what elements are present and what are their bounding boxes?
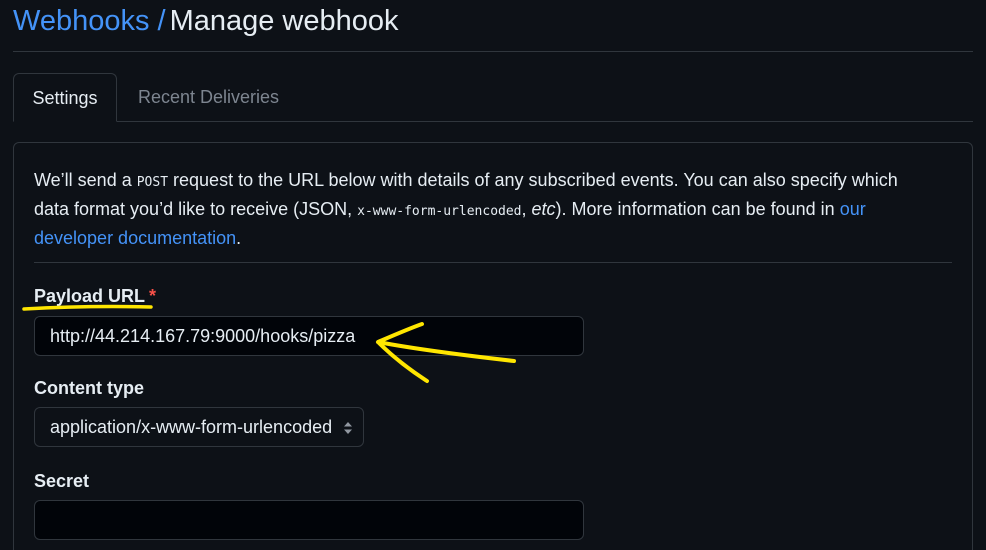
breadcrumb-current: Manage webhook bbox=[169, 5, 399, 37]
tab-recent-deliveries[interactable]: Recent Deliveries bbox=[138, 73, 279, 122]
header-divider bbox=[13, 51, 973, 52]
secret-label: Secret bbox=[34, 471, 90, 491]
content-type-value: application/x-www-form-urlencoded bbox=[50, 417, 333, 437]
select-chevron-icon bbox=[344, 422, 352, 434]
required-marker: * bbox=[149, 286, 157, 306]
post-code: POST bbox=[136, 175, 169, 190]
intro-divider bbox=[34, 262, 952, 263]
settings-box: We’ll send a POST request to the URL bel… bbox=[13, 142, 973, 550]
payload-url-label: Payload URL * bbox=[34, 286, 157, 306]
format-code: x-www-form-urlencoded bbox=[357, 204, 522, 219]
breadcrumb-webhooks-link[interactable]: Webhooks bbox=[13, 5, 150, 37]
webhook-page: Webhooks / Manage webhook Settings Recent … bbox=[0, 0, 986, 550]
tab-bar: Settings Recent Deliveries bbox=[13, 73, 973, 122]
content-type-select[interactable]: application/x-www-form-urlencoded bbox=[34, 407, 364, 447]
tab-settings[interactable]: Settings bbox=[13, 73, 117, 122]
content-type-label: Content type bbox=[34, 378, 144, 398]
secret-input[interactable] bbox=[34, 500, 584, 540]
intro-text: We’ll send a POST request to the URL bel… bbox=[34, 170, 898, 248]
payload-url-input[interactable] bbox=[34, 316, 584, 356]
breadcrumb-separator: / bbox=[157, 5, 166, 37]
page-title: Webhooks / Manage webhook bbox=[13, 2, 399, 40]
